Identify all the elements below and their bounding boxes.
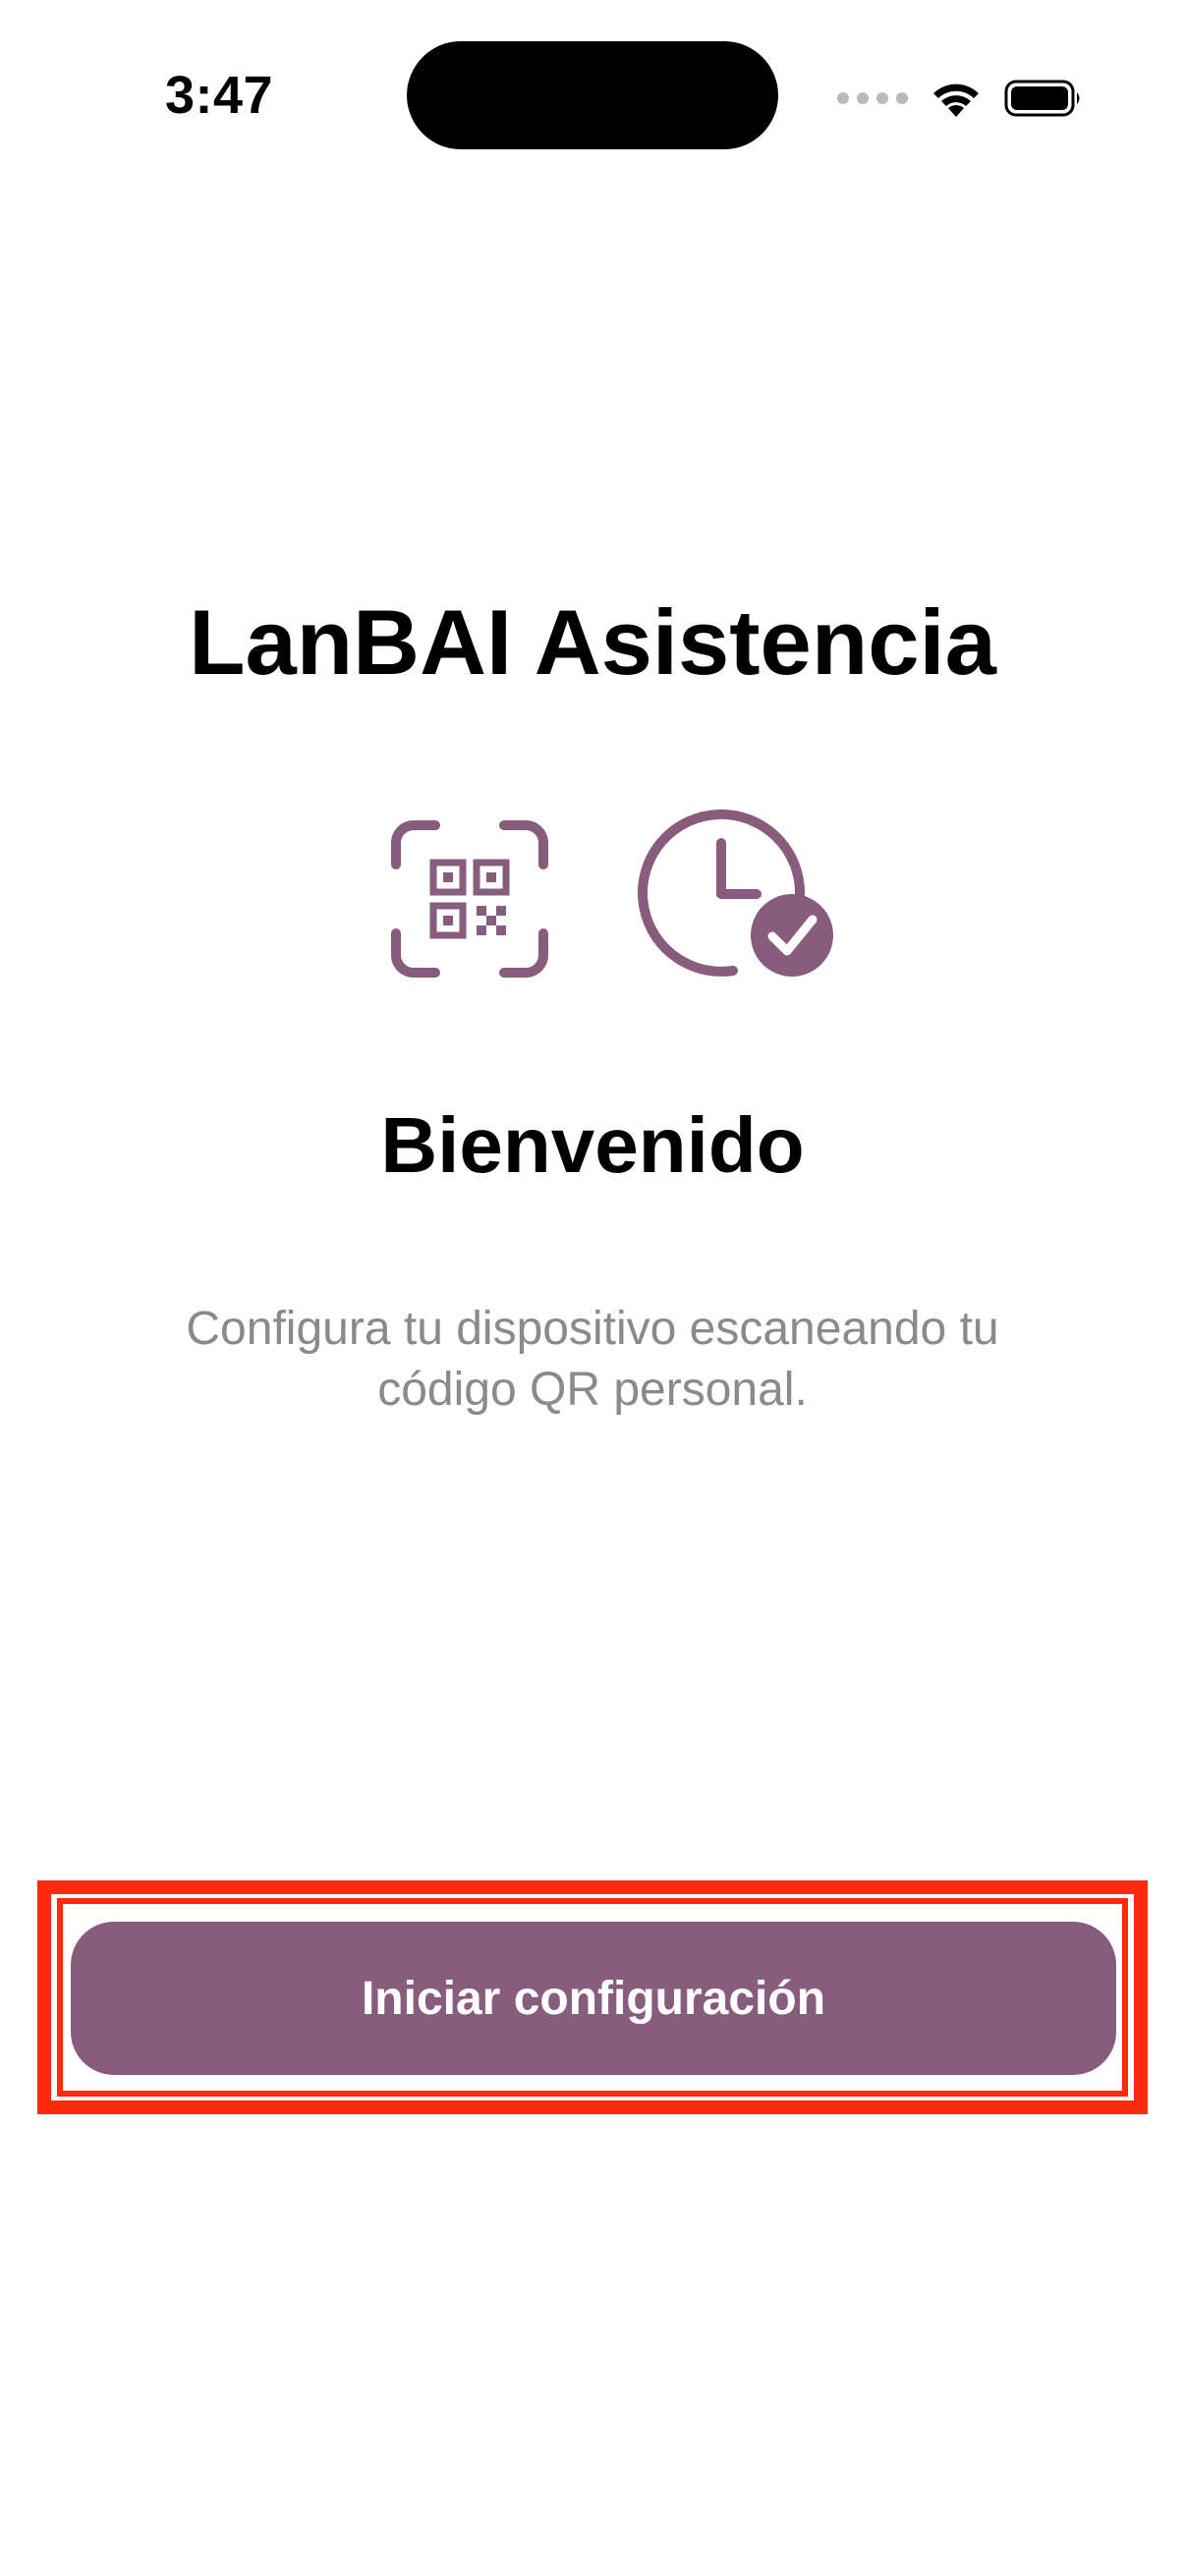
welcome-heading: Bienvenido: [380, 1101, 805, 1189]
battery-icon: [1004, 80, 1080, 117]
wifi-icon: [933, 84, 979, 117]
instructions-text: Configura tu dispositivo escaneando tu c…: [118, 1299, 1067, 1421]
qr-scan-icon: [391, 820, 548, 978]
app-title: LanBAI Asistencia: [189, 590, 996, 694]
instructions-line-1: Configura tu dispositivo escaneando tu: [186, 1303, 999, 1355]
signal-dots-icon: [837, 92, 908, 104]
status-icons: [837, 69, 1083, 128]
clock-check-icon: [638, 809, 833, 977]
welcome-screen: 3:47 LanBAI Asistencia Bienvenido Config…: [0, 0, 1185, 2576]
dynamic-island: [407, 41, 778, 149]
feature-icons: [0, 806, 1185, 982]
instructions-line-2: código QR personal.: [377, 1364, 808, 1416]
start-setup-button[interactable]: Iniciar configuración: [71, 1922, 1116, 2075]
status-time: 3:47: [165, 66, 274, 125]
